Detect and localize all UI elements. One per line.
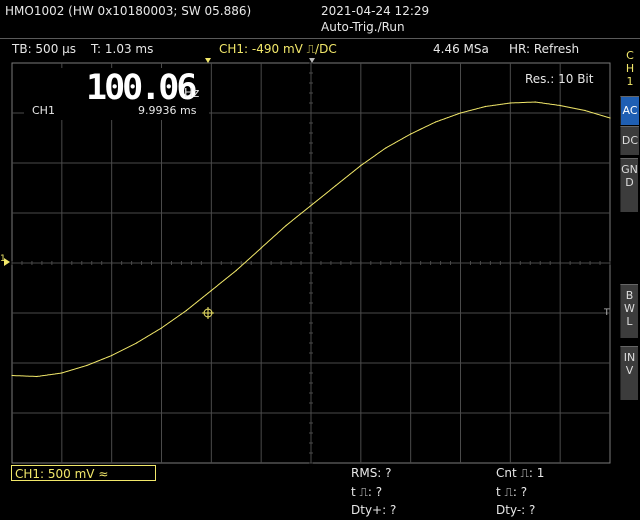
coupling-ac-button[interactable]: AC — [620, 96, 639, 125]
trace-point — [459, 112, 462, 114]
resolution-label: Res.: 10 Bit — [525, 72, 594, 86]
negative-duty-measurement: Dty-: ? — [496, 503, 536, 517]
trace-point — [111, 354, 113, 357]
trace-point — [484, 105, 487, 108]
trigger-marker-label: T — [604, 308, 610, 318]
trace-point — [559, 104, 561, 107]
positive-width-measurement: t ⎍: ? — [351, 485, 383, 499]
trace-point — [335, 184, 337, 187]
trace-point — [260, 247, 262, 249]
trace-point — [584, 109, 586, 112]
hr-mode[interactable]: HR: Refresh — [509, 42, 579, 56]
trace-point — [609, 117, 611, 119]
trace-point — [135, 342, 138, 344]
coupling-gnd-button[interactable]: GND — [620, 158, 638, 212]
trace-point — [36, 375, 38, 378]
trace-point — [310, 204, 312, 207]
trace-point — [534, 101, 536, 103]
trace-point — [160, 327, 163, 329]
trace-point — [360, 164, 362, 167]
coupling-dc-button[interactable]: DC — [620, 126, 639, 155]
grid — [11, 62, 611, 464]
readout-channel: CH1 — [32, 104, 55, 117]
trigger-position-marker — [205, 58, 315, 63]
trace-point — [11, 374, 13, 377]
header-divider — [0, 38, 640, 39]
invert-button[interactable]: INV — [620, 346, 638, 400]
trace-point — [235, 269, 237, 272]
trace-point — [285, 224, 287, 227]
sample-rate: 4.46 MSa — [433, 42, 489, 56]
count-measurement: Cnt ⎍: 1 — [496, 466, 545, 480]
channel-marker-label: 1 — [0, 254, 6, 264]
negative-width-measurement: t ⎍: ? — [496, 485, 528, 499]
trace-point — [185, 309, 188, 312]
trigger-info[interactable]: CH1: -490 mV ⎍/DC — [219, 42, 337, 57]
device-info: HMO1002 (HW 0x10180003; SW 05.886) — [5, 4, 252, 18]
trace-point — [509, 102, 511, 104]
period-value: 9.9936 ms — [138, 104, 197, 117]
bandwidth-limit-button[interactable]: BWL — [620, 284, 638, 338]
trace-point — [86, 364, 88, 367]
acquisition-mode: Auto-Trig./Run — [321, 20, 405, 34]
frequency-readout: 100.06 Hz CH1 9.9936 ms — [24, 68, 209, 120]
trace-point — [410, 133, 412, 135]
side-channel-tag-1: 1 — [626, 75, 634, 88]
trace-point — [385, 147, 387, 149]
frequency-unit: Hz — [184, 86, 200, 100]
trace-point — [434, 121, 437, 123]
trace-point — [210, 289, 212, 292]
side-channel-tag-c: C — [626, 49, 634, 62]
crosshair-cursor[interactable] — [202, 307, 214, 319]
trigger-time[interactable]: T: 1.03 ms — [91, 42, 153, 56]
ch1-setting[interactable]: CH1: 500 mV ≈ — [11, 465, 156, 481]
rms-measurement: RMS: ? — [351, 466, 392, 480]
trace-point — [61, 372, 63, 374]
datetime: 2021-04-24 12:29 — [321, 4, 430, 18]
positive-duty-measurement: Dty+: ? — [351, 503, 397, 517]
side-channel-tag-h: H — [625, 62, 635, 75]
frequency-value: 100.06 — [86, 68, 197, 108]
timebase[interactable]: TB: 500 µs — [12, 42, 76, 56]
